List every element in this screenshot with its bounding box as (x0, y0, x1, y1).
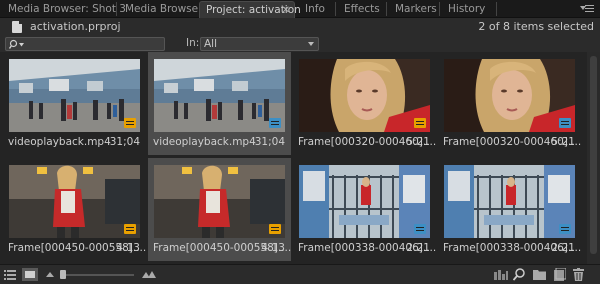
zoom-in-icon[interactable] (142, 271, 156, 278)
tab-effects[interactable]: Effects (336, 1, 386, 18)
vertical-scrollbar[interactable] (587, 52, 600, 264)
panel-tab-bar: Media Browser: Shot 3 Media Browser Proj… (0, 0, 600, 18)
clip-thumbnail (299, 165, 430, 238)
tab-label: Effects (344, 3, 380, 15)
item-name: videoplayback.mp4 (153, 136, 256, 148)
clip-thumbnail (299, 59, 430, 132)
project-header: activation.prproj 2 of 8 items selected (0, 18, 600, 36)
project-item[interactable]: videoplayback.mp4 31;04 (148, 52, 291, 155)
clip-thumbnail (444, 165, 575, 238)
project-item[interactable]: Frame[000320-000460].... 5:21 (438, 52, 581, 155)
item-duration: 2:21 (551, 242, 575, 254)
project-items-grid: videoplayback.mp4 31;04 videoplayback.mp… (0, 52, 600, 264)
tab-markers[interactable]: Markers (387, 1, 439, 18)
project-item[interactable]: Frame[000450-000558].... 4:13 (3, 158, 146, 261)
clip-type-icon (414, 224, 426, 234)
tab-label: Markers (395, 3, 437, 15)
search-icon[interactable] (9, 39, 27, 50)
project-file-icon (12, 21, 22, 33)
project-item[interactable]: videoplayback.mp4 31;04 (3, 52, 146, 155)
icon-view-icon[interactable] (22, 268, 38, 281)
tab-info[interactable]: Info (297, 1, 335, 18)
tab-divider (496, 2, 497, 16)
clip-type-icon (124, 118, 136, 128)
in-label: In: (186, 37, 200, 49)
tab-label: Media Browser: Shot 3 (8, 3, 126, 15)
clear-icon[interactable] (573, 268, 584, 281)
items-selected-count: 2 of 8 items selected (478, 20, 594, 33)
chevron-down-icon (308, 42, 314, 46)
zoom-slider-track[interactable] (64, 274, 134, 276)
clip-thumbnail (154, 59, 285, 132)
list-view-icon[interactable] (4, 270, 16, 280)
item-duration: 2:21 (406, 242, 430, 254)
close-icon[interactable]: ✕ (282, 2, 290, 19)
project-item[interactable]: Frame[000338-000406].... 2:21 (293, 158, 436, 261)
project-name: activation.prproj (30, 20, 121, 33)
automate-to-sequence-icon[interactable] (494, 269, 508, 280)
tab-label: History (448, 3, 486, 15)
in-filter-value: All (204, 38, 218, 50)
item-duration: 5:21 (551, 136, 575, 148)
clip-type-icon (559, 224, 571, 234)
bottom-toolbar (0, 264, 600, 284)
search-input[interactable] (5, 37, 165, 51)
clip-thumbnail (9, 59, 140, 132)
tab-media-browser[interactable]: Media Browser (117, 1, 202, 18)
find-icon[interactable] (513, 268, 525, 281)
clip-type-icon (124, 224, 136, 234)
tab-label: Info (305, 3, 325, 15)
item-duration: 31;04 (254, 136, 285, 148)
clip-thumbnail (154, 165, 285, 238)
clip-type-icon (269, 224, 281, 234)
item-duration: 4:13 (116, 242, 140, 254)
item-name: videoplayback.mp4 (8, 136, 111, 148)
project-item[interactable]: Frame[000320-000460].... 5:21 (293, 52, 436, 155)
scrollbar-thumb[interactable] (590, 56, 597, 254)
panel-menu-icon[interactable] (580, 2, 596, 16)
item-duration: 5:21 (406, 136, 430, 148)
clip-type-icon (414, 118, 426, 128)
clip-thumbnail (9, 165, 140, 238)
clip-type-icon (269, 118, 281, 128)
new-item-icon[interactable] (554, 268, 566, 281)
clip-type-icon (559, 118, 571, 128)
clip-thumbnail (444, 59, 575, 132)
tab-media-browser-shot-3[interactable]: Media Browser: Shot 3 (0, 1, 126, 18)
item-duration: 31;04 (109, 136, 140, 148)
tab-project-activation[interactable]: Project: activation ✕ (199, 1, 301, 19)
project-item[interactable]: Frame[000338-000406].... 2:21 (438, 158, 581, 261)
in-filter-select[interactable]: All (200, 37, 319, 51)
tab-history[interactable]: History (440, 1, 496, 18)
zoom-out-icon[interactable] (46, 272, 54, 277)
zoom-slider-handle[interactable] (60, 270, 66, 279)
project-item[interactable]: Frame[000450-000558].... 4:13 (148, 158, 291, 261)
new-bin-icon[interactable] (533, 269, 546, 280)
item-duration: 4:13 (261, 242, 285, 254)
tab-label: Media Browser (125, 3, 203, 15)
search-row: In: All (0, 36, 600, 52)
